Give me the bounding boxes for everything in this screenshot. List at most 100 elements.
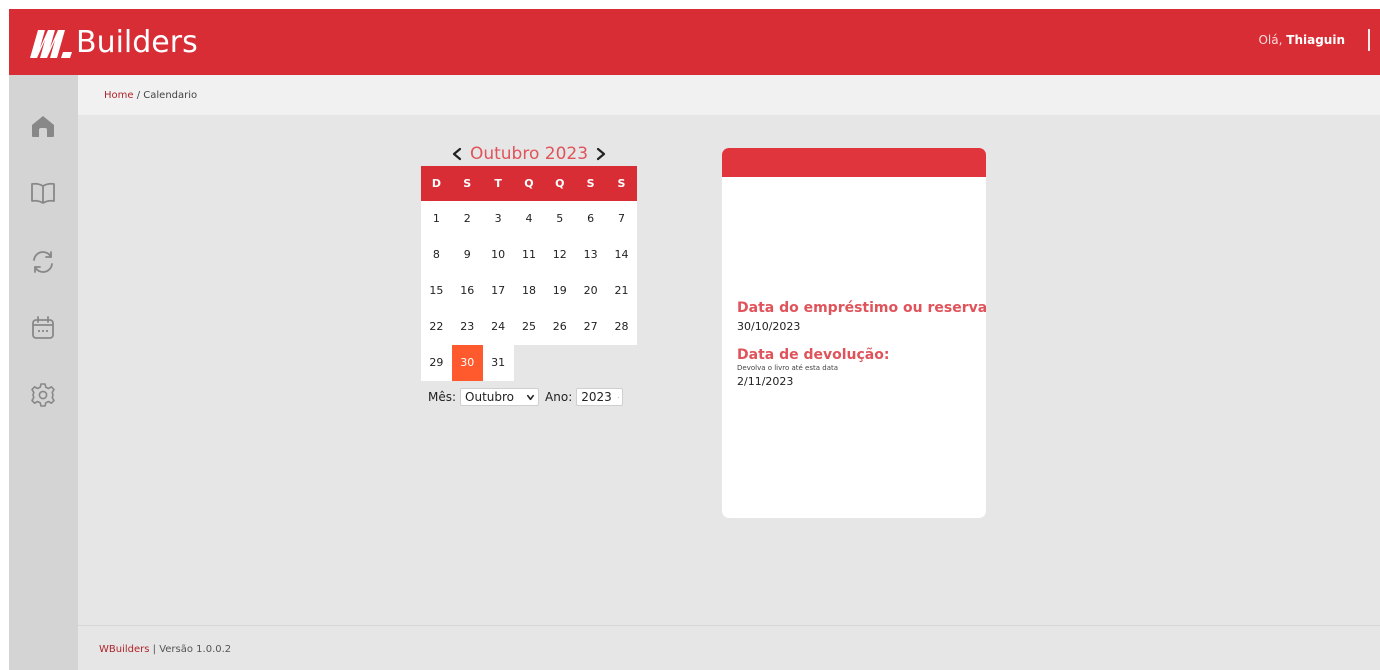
calendar-day[interactable]: 29 — [421, 345, 452, 381]
prev-month-button[interactable] — [448, 144, 466, 164]
calendar-week-row: 22 23 24 25 26 27 28 — [421, 309, 637, 345]
calendar-day[interactable]: 6 — [575, 201, 607, 237]
calendar-day[interactable]: 19 — [544, 273, 576, 309]
weekday-label: S — [586, 177, 595, 190]
weekday-label: Q — [555, 177, 565, 190]
breadcrumb-separator: / — [136, 90, 141, 101]
calendar-day[interactable]: 27 — [575, 309, 607, 345]
calendar-day[interactable]: 9 — [451, 237, 483, 273]
calendar-day[interactable]: 20 — [575, 273, 607, 309]
header-divider — [1368, 29, 1370, 51]
footer: WBuilders | Versão 1.0.0.2 — [78, 625, 1380, 670]
calendar-day[interactable]: 25 — [513, 309, 545, 345]
return-date-block: Data de devolução: Devolva o livro até e… — [737, 347, 982, 388]
return-date-note: Devolva o livro até esta data — [737, 364, 839, 372]
card-body: Data do empréstimo ou reserva: 30/10/202… — [737, 300, 986, 388]
calendar-icon — [32, 316, 54, 339]
sidebar-item-settings[interactable] — [26, 378, 60, 412]
calendar-day[interactable]: 23 — [451, 309, 483, 345]
calendar-day[interactable]: 2 — [451, 201, 483, 237]
calendar-day[interactable]: 31 — [482, 345, 514, 381]
calendar-day[interactable]: 26 — [544, 309, 576, 345]
breadcrumb: Home / Calendario — [104, 90, 197, 101]
weekday-label: S — [617, 177, 626, 190]
sidebar-item-calendar[interactable] — [26, 311, 60, 345]
user-name: Thiaguin — [1286, 33, 1345, 47]
calendar-day[interactable]: 10 — [482, 237, 514, 273]
calendar-week-row: 1234567 — [421, 201, 637, 237]
footer-brand: WBuilders — [99, 644, 150, 655]
sidebar — [9, 75, 78, 670]
calendar-empty-cell — [606, 345, 637, 381]
calendar-day[interactable]: 7 — [606, 201, 637, 237]
chevron-down-icon — [527, 394, 535, 400]
chevron-left-icon — [452, 147, 462, 161]
calendar-day[interactable]: 28 — [606, 309, 637, 345]
weekday-label: Q — [524, 177, 534, 190]
month-label: Mês: — [428, 390, 457, 404]
calendar-day[interactable]: 8 — [421, 237, 452, 273]
loan-date-value: 30/10/2023 — [737, 320, 801, 333]
weekday-label: T — [494, 177, 502, 190]
calendar-day[interactable]: 17 — [482, 273, 514, 309]
chevron-right-icon — [596, 147, 606, 161]
sidebar-item-books[interactable] — [26, 176, 60, 210]
year-select-value: 2023 — [581, 390, 612, 404]
calendar-empty-cell — [514, 345, 545, 381]
calendar-month-title: Outubro 2023 — [469, 144, 589, 164]
footer-text: WBuilders | Versão 1.0.0.2 — [99, 644, 231, 655]
loan-info-card: Data do empréstimo ou reserva: 30/10/202… — [722, 148, 986, 518]
calendar-day[interactable]: 12 — [544, 237, 576, 273]
calendar-weeks: 1 2 3 4 5 6 7 8 9 10 11 12 13 14 15 16 17 18 19 20 21 22 23 24 2… — [421, 201, 637, 381]
logo-mark-icon — [30, 30, 72, 58]
return-date-title: Data de devolução: — [737, 347, 890, 363]
refresh-icon — [33, 251, 53, 273]
calendar-day[interactable]: 22 — [421, 309, 452, 345]
year-label: Ano: — [545, 390, 573, 404]
greeting-prefix: Olá, — [1258, 33, 1283, 47]
card-header — [722, 148, 986, 177]
calendar-week-row: 29 30 31 — [421, 345, 637, 381]
calendar-day[interactable]: 14 — [606, 237, 637, 273]
app-window: Builders Olá, Thiaguin Home / Calendario… — [9, 9, 1380, 670]
breadcrumb-home-link[interactable]: Home — [104, 90, 134, 101]
calendar-day[interactable]: 1 — [421, 201, 452, 237]
calendar-empty-cell — [575, 345, 606, 381]
calendar-day[interactable]: 4 — [513, 201, 545, 237]
gear-icon — [31, 383, 55, 407]
next-month-button[interactable] — [592, 144, 610, 164]
date-selectors: Mês: Outubro Ano: 2023 — [428, 388, 629, 406]
calendar-day[interactable]: 13 — [575, 237, 607, 273]
brand-name: Builders — [76, 24, 198, 60]
breadcrumb-current: Calendario — [143, 90, 198, 101]
breadcrumb-bar: Home / Calendario — [78, 75, 1380, 115]
calendar-grid: D S T Q Q S S 1 2 3 4 5 6 7 8 9 10 11 12 13 14 15 16 17 1… — [421, 166, 637, 381]
weekday-label: S — [463, 177, 472, 190]
calendar-day[interactable]: 15 — [421, 273, 452, 309]
book-icon — [31, 182, 55, 204]
calendar-day[interactable]: 3 — [482, 201, 514, 237]
calendar-day[interactable]: 16 — [451, 273, 483, 309]
calendar-day[interactable]: 11 — [513, 237, 545, 273]
loan-date-title: Data do empréstimo ou reserva: — [737, 300, 986, 316]
sidebar-item-home[interactable] — [26, 109, 60, 143]
weekday-label: D — [431, 177, 441, 190]
month-select-value: Outubro — [465, 390, 515, 404]
calendar-week-row: 8 9 10 11 12 13 14 — [421, 237, 637, 273]
home-icon — [32, 116, 54, 137]
chevron-down-icon — [617, 396, 620, 398]
month-select[interactable]: Outubro — [460, 388, 540, 406]
calendar-day[interactable]: 21 — [606, 273, 637, 309]
user-greeting[interactable]: Olá, Thiaguin — [1258, 33, 1345, 47]
calendar-day-selected[interactable]: 30 — [451, 345, 483, 381]
year-select[interactable]: 2023 — [576, 388, 624, 406]
sidebar-item-loans[interactable] — [26, 245, 60, 279]
calendar-day[interactable]: 18 — [513, 273, 545, 309]
calendar-day[interactable]: 5 — [544, 201, 576, 237]
calendar-day[interactable]: 24 — [482, 309, 514, 345]
logo[interactable]: Builders — [28, 22, 198, 62]
calendar-empty-cell — [544, 345, 575, 381]
calendar-weekday-row: D S T Q Q S S — [421, 166, 637, 201]
return-date-value: 2/11/2023 — [737, 375, 794, 388]
footer-version: | Versão 1.0.0.2 — [152, 644, 232, 655]
